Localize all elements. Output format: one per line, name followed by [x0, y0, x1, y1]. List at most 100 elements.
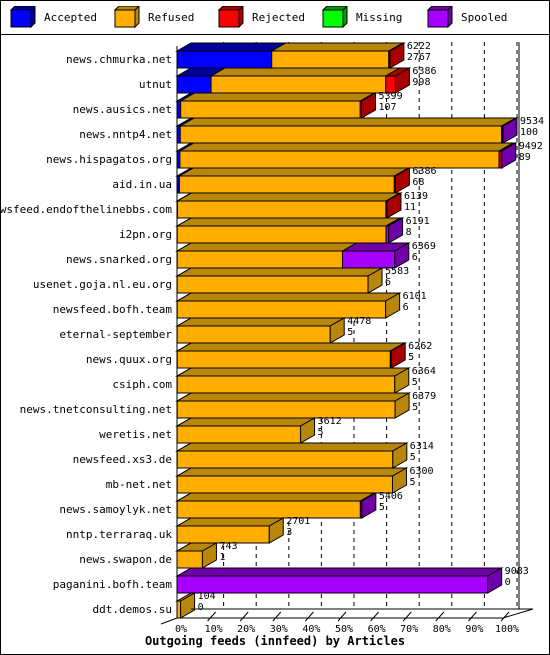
bar-segment-refused [180, 100, 361, 119]
bar-value-label-top: 9083 [505, 566, 529, 577]
bar-value-label-top: 6379 [412, 391, 436, 402]
bar-segment-top-refused [177, 167, 411, 177]
bar-segment-top-refused [175, 242, 359, 252]
bar-segment-accepted [176, 50, 273, 69]
x-axis-title: Outgoing feeds (innfeed) by Articles [145, 634, 405, 648]
bar-value-label-bottom: 107 [379, 102, 397, 113]
bar-segment-spooled [176, 575, 489, 594]
bar-value-label-top: 9492 [519, 141, 543, 152]
bar-segment-top-refused [175, 292, 402, 302]
bar-value-label-bottom: 11 [404, 202, 416, 213]
bar-segment-refused [176, 375, 396, 394]
category-label: eternal-september [59, 328, 172, 341]
bar-segment-refused [176, 200, 387, 219]
bar-value-label-top: 6101 [403, 291, 427, 302]
bar-segment-top-refused [175, 342, 407, 352]
bar-value-label-bottom: 5 [412, 377, 418, 388]
category-label: ddt.demos.su [93, 603, 172, 616]
category-label: mb-net.net [106, 478, 172, 491]
bar-segment-refused [176, 550, 203, 569]
x-tick-mark [337, 611, 347, 622]
bar-value-label-top: 6139 [404, 191, 428, 202]
category-label: newsfeed.bofh.team [53, 303, 173, 316]
bar-segment-top-refused [175, 192, 402, 202]
bar-value-label-bottom: 3 [286, 527, 292, 538]
bar-segment-top-refused [175, 392, 411, 402]
bar-value-label-top: 9534 [520, 116, 544, 127]
bar-value-label-top: 5406 [379, 491, 403, 502]
x-tick-mark [207, 611, 216, 622]
bar-segment-refused [176, 450, 394, 469]
bar-value-label-bottom: 5 [379, 502, 385, 513]
category-label: usenet.goja.nl.eu.org [33, 278, 172, 291]
x-tick-mark [239, 611, 249, 622]
bar-value-label-bottom: 100 [520, 127, 538, 138]
category-label: nntp.terraraq.uk [66, 528, 172, 541]
bar-segment-top-refused [175, 367, 411, 377]
category-label: newsfeed.xs3.de [73, 453, 172, 466]
bar-value-label-top: 6262 [408, 341, 432, 352]
bar-segment-refused [179, 150, 500, 169]
bar-value-label-top: 6369 [412, 241, 436, 252]
bar-value-label-bottom: 5 [347, 327, 353, 338]
bar-segment-refused [176, 250, 344, 269]
bar-value-label-top: 2701 [286, 516, 310, 527]
bar-segment-top-refused [175, 492, 377, 502]
category-label: newsfeed.endofthelinebbs.com [0, 203, 172, 216]
x-tick-label: 100% [495, 624, 519, 635]
category-label: aid.in.ua [112, 178, 172, 191]
bar-value-label-bottom: 6 [412, 252, 418, 263]
bar-end-cap [180, 592, 196, 619]
bar-value-label-bottom: 0 [505, 577, 511, 588]
bar-value-label-bottom: 6 [403, 302, 409, 313]
category-label: news.ausics.net [73, 103, 172, 116]
category-label: news.samoylyk.net [59, 503, 172, 516]
bar-segment-refused [176, 425, 302, 444]
bar-value-label-bottom: 68 [412, 177, 424, 188]
bar-value-label-bottom: 5 [410, 452, 416, 463]
category-label: news.hispagatos.org [46, 153, 172, 166]
bar-segment-refused [176, 350, 391, 369]
bar-value-label-top: 5399 [379, 91, 403, 102]
bar-segment-refused [176, 400, 396, 419]
bar-segment-refused [176, 275, 369, 294]
bar-value-label-top: 6386 [412, 66, 436, 77]
bar-value-label-bottom: 6 [385, 277, 391, 288]
bar-segment-refused [176, 475, 393, 494]
x-tick-mark [402, 611, 412, 622]
bar-value-label-bottom: 0 [198, 602, 204, 613]
category-label: news.swapon.de [79, 553, 172, 566]
bar-value-label-top: 104 [198, 591, 216, 602]
category-label: news.nntp4.net [79, 128, 172, 141]
bar-segment-top-refused [175, 217, 402, 227]
bar-segment-refused [179, 125, 503, 144]
bar-segment-accepted [176, 75, 212, 94]
bar-value-label-bottom: 5 [412, 402, 418, 413]
x-tick-label: 80% [433, 624, 451, 635]
category-label: news.chmurka.net [66, 53, 172, 66]
category-label: weretis.net [99, 428, 172, 441]
bar-segment-top-spooled [175, 567, 504, 577]
bar-value-label-bottom: 5 [408, 352, 414, 363]
bar-value-label-top: 6222 [407, 41, 431, 52]
bar-value-label-top: 6364 [412, 366, 436, 377]
category-label: utnut [139, 78, 172, 91]
bar-value-label-bottom: 89 [519, 152, 531, 163]
category-label: news.quux.org [86, 353, 172, 366]
bar-segment-top-refused [175, 317, 347, 327]
x-tick-mark [272, 611, 282, 622]
bar-value-label-top: 6300 [409, 466, 433, 477]
bar-segment-top-refused [178, 117, 518, 127]
bar-segment-top-refused [175, 442, 409, 452]
bar-value-label-bottom: 1 [219, 552, 225, 563]
bar-segment-refused [176, 600, 182, 619]
bar-value-label-top: 3612 [318, 416, 342, 427]
category-label: csiph.com [112, 378, 172, 391]
bar-segment-accepted [176, 100, 182, 119]
bar-segment-top-refused [178, 92, 377, 102]
bar-value-label-bottom: 5 [409, 477, 415, 488]
category-label: news.tnetconsulting.net [20, 403, 172, 416]
bar-segment-top-refused [175, 517, 286, 527]
x-tick-mark [370, 611, 379, 622]
category-label: news.snarked.org [66, 253, 172, 266]
